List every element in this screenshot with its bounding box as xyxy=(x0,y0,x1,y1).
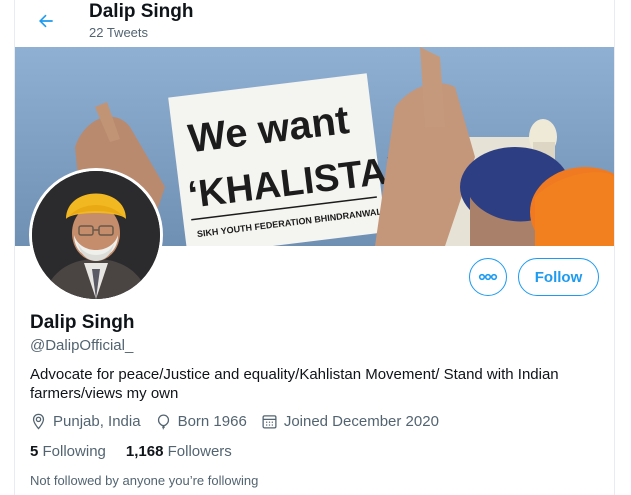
back-button[interactable] xyxy=(29,4,63,38)
profile-name: Dalip Singh xyxy=(30,312,135,333)
mutual-followers-notice: Not followed by anyone you’re following xyxy=(30,473,259,488)
joined-text: Joined December 2020 xyxy=(283,413,439,430)
following-count: 5 xyxy=(30,443,39,460)
profile-bio: Advocate for peace/Justice and equality/… xyxy=(30,366,559,402)
birth-item: Born 1966 xyxy=(155,413,247,430)
tweet-count: 22 Tweets xyxy=(89,25,149,40)
followers-count: 1,168 xyxy=(125,443,164,460)
born-text: Born 1966 xyxy=(177,413,247,430)
arrow-left-icon xyxy=(39,14,53,28)
location-item: Punjab, India xyxy=(30,413,141,430)
following-link[interactable]: 5 Following xyxy=(30,443,106,460)
following-label: Following xyxy=(42,443,106,460)
profile-handle: @DalipOfficial_ xyxy=(30,337,134,354)
more-icon xyxy=(478,273,498,281)
profile-meta: Punjab, India Born 1966 Joined December … xyxy=(30,413,453,430)
location-icon xyxy=(32,413,45,430)
calendar-icon xyxy=(262,415,277,429)
followers-label: Followers xyxy=(167,443,232,460)
joined-item: Joined December 2020 xyxy=(261,413,439,430)
birthday-balloon-icon xyxy=(157,414,169,430)
header-title: Dalip Singh xyxy=(89,1,194,22)
followers-link[interactable]: 1,168 Followers xyxy=(126,443,232,460)
avatar[interactable] xyxy=(29,168,163,302)
more-options-button[interactable] xyxy=(469,258,507,296)
location-text: Punjab, India xyxy=(53,413,141,430)
follow-button[interactable]: Follow xyxy=(518,258,599,296)
profile-column: Dalip Singh 22 Tweets We want ‘KHALISTAN… xyxy=(14,0,615,495)
follow-stats: 5 Following 1,168 Followers xyxy=(30,443,252,460)
profile-header: Dalip Singh 22 Tweets xyxy=(15,0,614,47)
